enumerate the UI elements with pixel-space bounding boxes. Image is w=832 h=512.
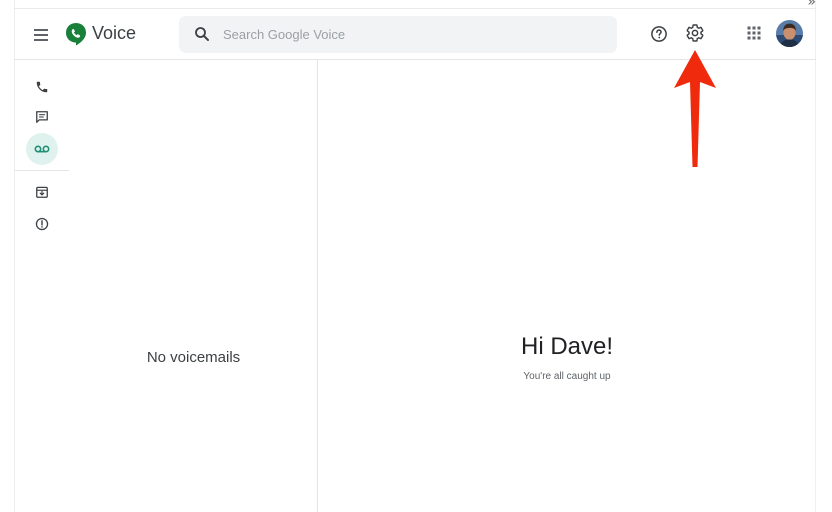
menu-icon-bar xyxy=(34,29,48,31)
spam-icon xyxy=(35,217,49,231)
sidebar-item-messages[interactable] xyxy=(26,101,58,133)
sidebar-item-archive[interactable] xyxy=(26,176,58,208)
google-voice-logo[interactable] xyxy=(65,22,87,46)
menu-icon-bar xyxy=(34,34,48,36)
voicemail-icon xyxy=(34,145,50,153)
sidebar-divider xyxy=(14,170,69,171)
search-input[interactable] xyxy=(223,24,603,44)
main-menu-button[interactable] xyxy=(32,23,52,45)
sidebar-item-spam[interactable] xyxy=(26,208,58,240)
search-icon[interactable] xyxy=(193,25,211,43)
user-avatar[interactable] xyxy=(776,20,803,47)
gear-icon xyxy=(686,24,704,42)
sidebar-item-calls[interactable] xyxy=(26,71,58,103)
greeting-heading: Hi Dave! xyxy=(520,333,614,360)
menu-icon-bar xyxy=(34,39,48,41)
sidebar-item-voicemail[interactable] xyxy=(26,133,58,165)
pane-divider xyxy=(317,60,318,512)
search-bar[interactable] xyxy=(179,16,617,53)
apps-grid-icon xyxy=(747,26,761,40)
phone-icon xyxy=(36,81,48,93)
arrow-up-icon xyxy=(674,50,716,167)
avatar-photo xyxy=(776,20,803,47)
help-circle-icon xyxy=(651,26,667,42)
greeting-subtext: You're all caught up xyxy=(523,371,611,382)
message-icon xyxy=(36,111,48,123)
app-name: Voice xyxy=(92,23,137,43)
apps-button[interactable] xyxy=(742,21,766,45)
archive-icon xyxy=(36,186,48,198)
help-button[interactable] xyxy=(647,22,671,46)
settings-button[interactable] xyxy=(683,21,707,45)
empty-list-message: No voicemails xyxy=(146,349,241,366)
